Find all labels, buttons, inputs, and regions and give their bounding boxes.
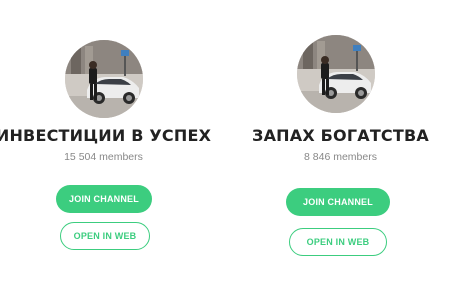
member-count: 15 504 members: [64, 151, 143, 163]
channel-title: ИНВЕСТИЦИИ В УСПЕХ: [0, 126, 212, 145]
channel-avatar: [297, 35, 375, 113]
channel-title: ЗАПАХ БОГАТСТВА: [252, 126, 429, 145]
join-channel-button[interactable]: JOIN CHANNEL: [286, 188, 390, 216]
open-in-web-button[interactable]: OPEN IN WEB: [289, 228, 387, 256]
channel-card-2: ЗАПАХ БОГАТСТВА 8 846 members JOIN CHANN…: [227, 0, 454, 283]
channel-avatar: [65, 40, 143, 118]
channel-card-1: ИНВЕСТИЦИИ В УСПЕХ 15 504 members JOIN C…: [0, 0, 227, 283]
join-channel-button[interactable]: JOIN CHANNEL: [56, 185, 152, 213]
channel-previews: ИНВЕСТИЦИИ В УСПЕХ 15 504 members JOIN C…: [0, 0, 454, 283]
member-count: 8 846 members: [304, 151, 377, 163]
open-in-web-button[interactable]: OPEN IN WEB: [60, 222, 150, 250]
